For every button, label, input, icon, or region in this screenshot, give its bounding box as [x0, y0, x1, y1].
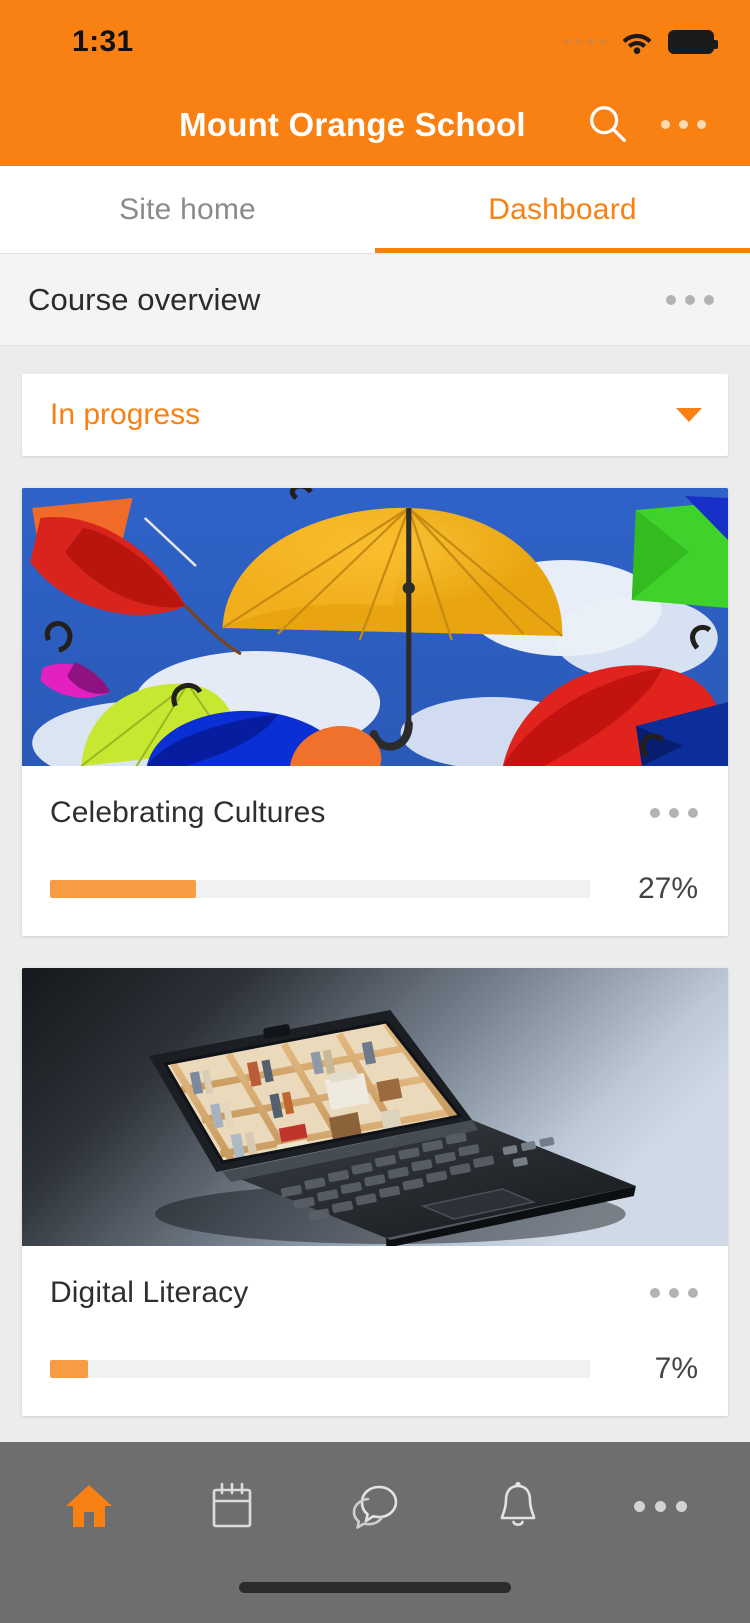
course-card-celebrating-cultures[interactable]: Celebrating Cultures 27% — [22, 488, 728, 936]
bell-icon — [500, 1481, 536, 1526]
tab-bar: Site home Dashboard — [0, 166, 750, 254]
progress-percent-label: 7% — [654, 1352, 698, 1385]
course-more-options-icon[interactable] — [650, 1288, 698, 1298]
progress-fill — [50, 1360, 88, 1378]
course-progress: 27% — [50, 872, 698, 906]
course-card-body: Celebrating Cultures 27% — [22, 766, 728, 936]
wifi-icon — [622, 33, 652, 54]
status-bar-indicators — [563, 29, 718, 55]
status-bar-clock: 1:31 — [72, 24, 134, 58]
home-indicator-area — [0, 1570, 750, 1623]
course-more-options-icon[interactable] — [650, 808, 698, 818]
calendar-icon — [212, 1482, 252, 1528]
course-filter-select[interactable]: In progress — [22, 374, 728, 456]
app-header: Mount Orange School — [0, 83, 750, 166]
tab-site-home-label: Site home — [119, 192, 256, 226]
battery-full-icon — [668, 29, 718, 54]
section-more-options-icon[interactable] — [666, 294, 714, 305]
more-options-icon — [634, 1500, 688, 1512]
progress-percent-label: 27% — [637, 872, 698, 905]
course-title: Celebrating Cultures — [50, 796, 326, 829]
progress-track — [50, 880, 590, 898]
bottom-nav-calendar[interactable] — [161, 1442, 304, 1570]
course-image-umbrellas — [22, 488, 728, 766]
tab-dashboard[interactable]: Dashboard — [375, 166, 750, 253]
bottom-nav-messages[interactable] — [304, 1442, 447, 1570]
header-more-options-icon[interactable] — [661, 120, 706, 129]
course-title: Digital Literacy — [50, 1276, 249, 1309]
status-bar: 1:31 — [0, 0, 750, 83]
home-icon — [66, 1485, 113, 1527]
signal-dots-icon — [563, 38, 606, 45]
tab-site-home[interactable]: Site home — [0, 166, 375, 253]
tab-dashboard-label: Dashboard — [488, 192, 637, 226]
progress-track — [50, 1360, 590, 1378]
section-title: Course overview — [28, 281, 261, 317]
course-card-body: Digital Literacy 7% — [22, 1246, 728, 1416]
bottom-nav-more[interactable] — [589, 1442, 732, 1570]
course-card-digital-literacy[interactable]: Digital Literacy 7% — [22, 968, 728, 1416]
bottom-nav-notifications[interactable] — [446, 1442, 589, 1570]
app-screen: 1:31 Mount Orange School Site home Dashb… — [0, 0, 750, 1623]
search-icon[interactable] — [585, 102, 631, 148]
bottom-navigation-bar — [0, 1442, 750, 1570]
progress-fill — [50, 880, 196, 898]
course-filter-value: In progress — [50, 398, 201, 431]
course-progress: 7% — [50, 1352, 698, 1386]
course-image-laptop — [22, 968, 728, 1246]
chevron-down-icon — [676, 408, 702, 422]
chat-bubbles-icon — [352, 1485, 398, 1529]
home-indicator — [239, 1582, 511, 1593]
course-overview-header: Course overview — [0, 254, 750, 346]
page-title: Mount Orange School — [179, 105, 526, 143]
course-list: In progress Celebrating Cultures 27% Dig… — [0, 346, 750, 1442]
bottom-nav-home[interactable] — [18, 1442, 161, 1570]
header-actions — [585, 102, 722, 148]
